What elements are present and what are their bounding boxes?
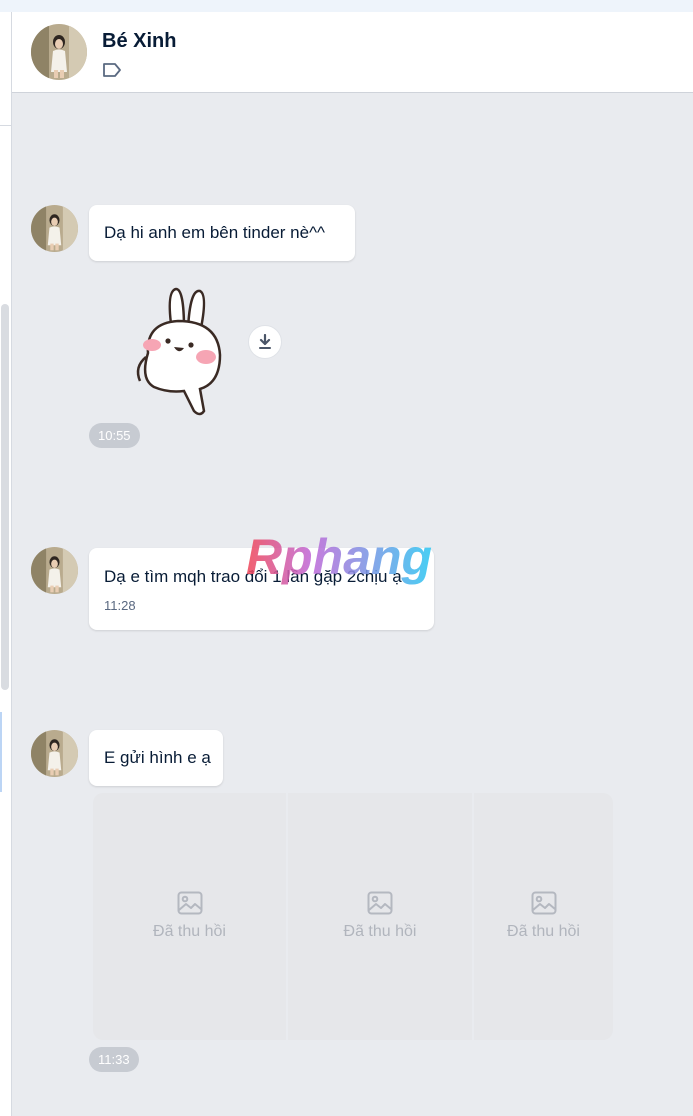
message-time: 11:33 (89, 1047, 139, 1072)
recalled-label: Đã thu hồi (507, 923, 580, 940)
recalled-label: Đã thu hồi (343, 923, 417, 940)
conversation-title[interactable]: Bé Xinh (102, 30, 176, 53)
recalled-image[interactable]: Đã thu hồi (288, 793, 472, 1040)
message-text: E gửi hình e ạ (104, 748, 211, 767)
download-icon (259, 334, 271, 349)
watermark-logo: Rphang (244, 529, 454, 586)
avatar[interactable] (31, 24, 87, 80)
message-text: Dạ hi anh em bên tinder nè^^ (104, 223, 326, 242)
recalled-image[interactable]: Đã thu hồi (474, 793, 613, 1040)
image-placeholder-icon (367, 891, 393, 915)
selected-item-edge (0, 712, 2, 792)
window-top-strip (0, 0, 693, 12)
chat-header: Bé Xinh (12, 12, 693, 93)
download-button[interactable] (248, 325, 282, 359)
recalled-label: Đã thu hồi (153, 923, 226, 940)
image-placeholder-icon (531, 891, 557, 915)
recalled-image-grid: Đã thu hồi Đã thu hồi Đã thu hồi (93, 793, 613, 1040)
bunny-sticker[interactable] (128, 283, 228, 418)
sender-avatar[interactable] (31, 730, 78, 777)
image-placeholder-icon (177, 891, 203, 915)
scrollbar[interactable] (1, 304, 9, 690)
sender-avatar[interactable] (31, 205, 78, 252)
message-bubble[interactable]: E gửi hình e ạ (89, 730, 223, 786)
tag-icon[interactable] (102, 62, 122, 78)
recalled-image[interactable]: Đã thu hồi (93, 793, 286, 1040)
sender-avatar[interactable] (31, 547, 78, 594)
message-time: 10:55 (89, 423, 140, 448)
message-bubble[interactable]: Dạ hi anh em bên tinder nè^^ (89, 205, 355, 261)
conversation-list-edge (0, 12, 12, 1116)
message-time: 11:28 (104, 598, 136, 613)
watermark-text: Rphang (246, 530, 432, 585)
list-divider (0, 125, 11, 126)
